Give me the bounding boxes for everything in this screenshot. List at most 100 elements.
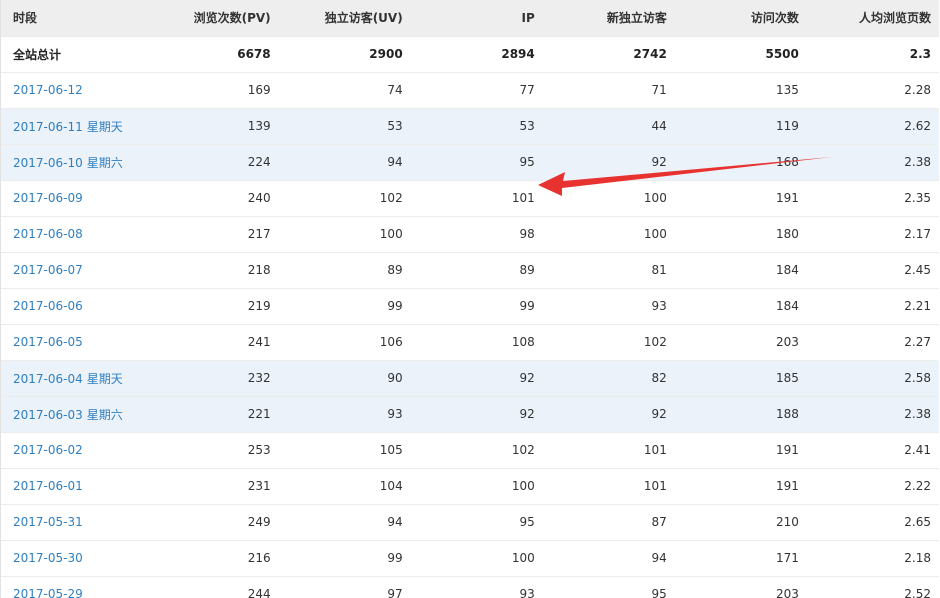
- pv-cell: 224: [146, 144, 279, 181]
- uv-cell: 105: [278, 432, 411, 469]
- uv-cell: 94: [278, 504, 411, 541]
- date-text: 2017-06-06: [13, 299, 83, 313]
- date-link[interactable]: 2017-05-30: [13, 551, 83, 565]
- row-date-cell: 2017-06-04 星期天: [1, 360, 147, 397]
- ip-cell: 101: [410, 180, 543, 217]
- uv-cell: 94: [278, 144, 411, 181]
- table-header-row: 时段 浏览次数(PV) 独立访客(UV) IP 新独立访客 访问次数 人均浏览页…: [1, 0, 939, 37]
- uv-cell: 100: [278, 216, 411, 253]
- row-date-cell: 2017-05-30: [1, 540, 147, 577]
- pages-per-visitor-cell: 2.58: [806, 360, 939, 397]
- ip-cell: 93: [410, 576, 543, 598]
- date-link[interactable]: 2017-06-02: [13, 443, 83, 457]
- total-label: 全站总计: [1, 36, 147, 73]
- date-link[interactable]: 2017-06-04 星期天: [13, 372, 123, 386]
- pages-per-visitor-cell: 2.38: [806, 144, 939, 181]
- pv-cell: 232: [146, 360, 279, 397]
- row-date-cell: 2017-06-10 星期六: [1, 144, 147, 181]
- header-period[interactable]: 时段: [1, 0, 147, 37]
- visits-cell: 184: [674, 252, 807, 289]
- pv-cell: 231: [146, 468, 279, 505]
- total-row: 全站总计 6678 2900 2894 2742 5500 2.3: [1, 36, 939, 73]
- new-visitors-cell: 87: [542, 504, 675, 541]
- table-row: 2017-06-09 240 102 101 100 191 2.35: [1, 180, 939, 217]
- pages-per-visitor-cell: 2.27: [806, 324, 939, 361]
- pages-per-visitor-cell: 2.28: [806, 72, 939, 109]
- pages-per-visitor-cell: 2.35: [806, 180, 939, 217]
- new-visitors-cell: 44: [542, 108, 675, 145]
- date-text: 2017-06-01: [13, 479, 83, 493]
- ip-cell: 98: [410, 216, 543, 253]
- header-new-visitors[interactable]: 新独立访客: [542, 0, 675, 37]
- date-link[interactable]: 2017-06-01: [13, 479, 83, 493]
- row-date-cell: 2017-06-11 星期天: [1, 108, 147, 145]
- weekday-label: 星期六: [86, 155, 123, 170]
- pages-per-visitor-cell: 2.65: [806, 504, 939, 541]
- date-text: 2017-06-05: [13, 335, 83, 349]
- header-uv[interactable]: 独立访客(UV): [278, 0, 411, 37]
- date-link[interactable]: 2017-05-29: [13, 587, 83, 598]
- row-date-cell: 2017-06-05: [1, 324, 147, 361]
- ip-cell: 100: [410, 540, 543, 577]
- table-row: 2017-05-30 216 99 100 94 171 2.18: [1, 540, 939, 577]
- uv-cell: 89: [278, 252, 411, 289]
- table-row: 2017-06-04 星期天 232 90 92 82 185 2.58: [1, 360, 939, 397]
- new-visitors-cell: 82: [542, 360, 675, 397]
- date-link[interactable]: 2017-06-11 星期天: [13, 120, 123, 134]
- date-link[interactable]: 2017-05-31: [13, 515, 83, 529]
- table-row: 2017-06-07 218 89 89 81 184 2.45: [1, 252, 939, 289]
- date-link[interactable]: 2017-06-09: [13, 191, 83, 205]
- header-ip[interactable]: IP: [410, 0, 543, 37]
- new-visitors-cell: 101: [542, 468, 675, 505]
- uv-cell: 53: [278, 108, 411, 145]
- header-pv[interactable]: 浏览次数(PV): [146, 0, 279, 37]
- ip-cell: 92: [410, 396, 543, 433]
- date-link[interactable]: 2017-06-07: [13, 263, 83, 277]
- pv-cell: 253: [146, 432, 279, 469]
- date-text: 2017-06-02: [13, 443, 83, 457]
- new-visitors-cell: 92: [542, 396, 675, 433]
- visits-cell: 203: [674, 576, 807, 598]
- visits-cell: 135: [674, 72, 807, 109]
- new-visitors-cell: 81: [542, 252, 675, 289]
- ip-cell: 108: [410, 324, 543, 361]
- header-visits[interactable]: 访问次数: [674, 0, 807, 37]
- table-row: 2017-05-29 244 97 93 95 203 2.52: [1, 576, 939, 598]
- visits-cell: 180: [674, 216, 807, 253]
- weekday-label: 星期六: [86, 407, 123, 422]
- date-link[interactable]: 2017-06-12: [13, 83, 83, 97]
- row-date-cell: 2017-06-06: [1, 288, 147, 325]
- visits-cell: 188: [674, 396, 807, 433]
- ip-cell: 92: [410, 360, 543, 397]
- row-date-cell: 2017-05-29: [1, 576, 147, 598]
- date-link[interactable]: 2017-06-03 星期六: [13, 408, 123, 422]
- date-text: 2017-06-07: [13, 263, 83, 277]
- ip-cell: 102: [410, 432, 543, 469]
- date-text: 2017-05-30: [13, 551, 83, 565]
- date-link[interactable]: 2017-06-05: [13, 335, 83, 349]
- row-date-cell: 2017-06-09: [1, 180, 147, 217]
- total-new-visitors: 2742: [542, 36, 675, 73]
- date-text: 2017-06-12: [13, 83, 83, 97]
- date-link[interactable]: 2017-06-08: [13, 227, 83, 241]
- uv-cell: 106: [278, 324, 411, 361]
- table-row: 2017-06-06 219 99 99 93 184 2.21: [1, 288, 939, 325]
- pv-cell: 139: [146, 108, 279, 145]
- new-visitors-cell: 94: [542, 540, 675, 577]
- ip-cell: 77: [410, 72, 543, 109]
- pv-cell: 216: [146, 540, 279, 577]
- pv-cell: 244: [146, 576, 279, 598]
- pages-per-visitor-cell: 2.17: [806, 216, 939, 253]
- date-link[interactable]: 2017-06-06: [13, 299, 83, 313]
- header-pages-per-visitor[interactable]: 人均浏览页数: [806, 0, 939, 37]
- traffic-stats-table: 时段 浏览次数(PV) 独立访客(UV) IP 新独立访客 访问次数 人均浏览页…: [1, 0, 939, 598]
- uv-cell: 74: [278, 72, 411, 109]
- row-date-cell: 2017-06-07: [1, 252, 147, 289]
- pv-cell: 221: [146, 396, 279, 433]
- total-uv: 2900: [278, 36, 411, 73]
- date-link[interactable]: 2017-06-10 星期六: [13, 156, 123, 170]
- pv-cell: 169: [146, 72, 279, 109]
- pages-per-visitor-cell: 2.38: [806, 396, 939, 433]
- table-row: 2017-06-03 星期六 221 93 92 92 188 2.38: [1, 396, 939, 433]
- new-visitors-cell: 102: [542, 324, 675, 361]
